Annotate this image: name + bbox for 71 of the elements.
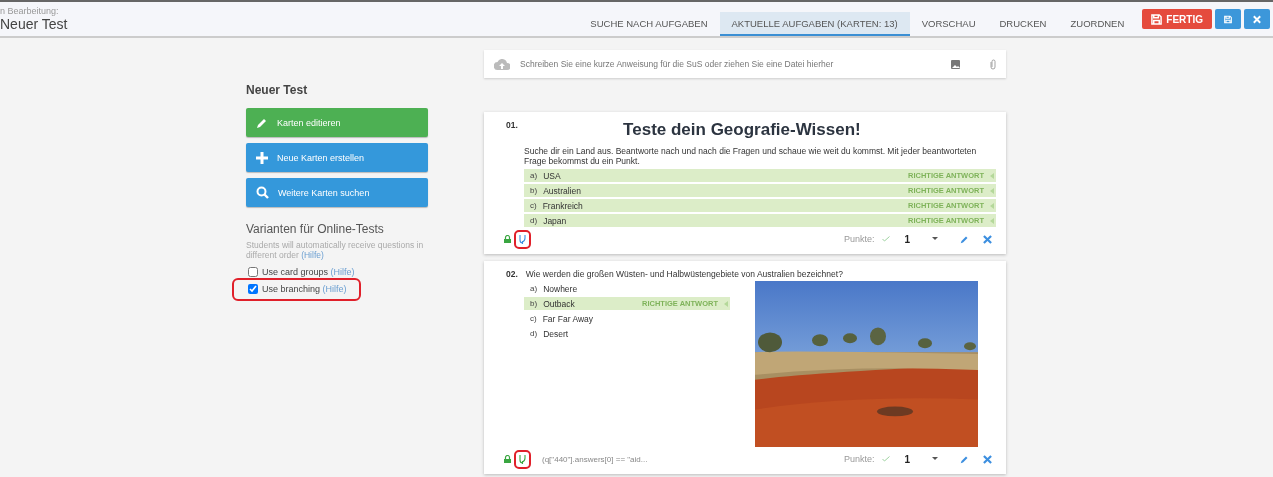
cloud-upload-icon: [494, 58, 510, 70]
section-title: Varianten für Online-Tests: [246, 222, 385, 236]
caret-icon: [990, 172, 994, 179]
branch-icon[interactable]: [519, 454, 526, 464]
option-checkbox[interactable]: [248, 284, 258, 294]
nav-tab[interactable]: AKTUELLE AUFGABEN (KARTEN: 13): [719, 12, 910, 36]
answer-letter: c): [530, 201, 537, 210]
paperclip-icon[interactable]: [990, 58, 996, 70]
answer-text: USA: [543, 170, 562, 181]
points-label: Punkte:: [843, 454, 875, 464]
instruction-input[interactable]: Schreiben Sie eine kurze Anweisung für die SuS oder ziehen Sie eine Datei hierher: [518, 58, 943, 70]
delete-icon: [983, 234, 992, 244]
answer-letter: a): [530, 284, 538, 293]
question-number: 02.: [506, 269, 518, 279]
answer-letter: d): [530, 216, 538, 225]
nav-tab[interactable]: VORSCHAU: [909, 12, 988, 36]
caret-icon: [990, 202, 994, 209]
caret-down-icon[interactable]: [932, 457, 938, 461]
card-title: Teste dein Geografie-Wissen!: [622, 120, 862, 140]
question-text: Suche dir ein Land aus. Beantworte nach und nach die Fragen und schaue wie weit du kommst. Mit jeder beantworteten Frage bekommst du ein Punkt.: [524, 146, 978, 166]
save-icon: [1224, 13, 1232, 25]
nav-tab[interactable]: ZUORDNEN: [1058, 12, 1137, 36]
instruction-field[interactable]: Schreiben Sie eine kurze Anweisung für die SuS oder ziehen Sie eine Datei hierher: [484, 50, 1006, 78]
nav-tab[interactable]: DRUCKEN: [987, 12, 1059, 36]
answer-letter: c): [530, 314, 537, 323]
pencil-icon[interactable]: [960, 454, 969, 464]
check-icon: [882, 236, 891, 242]
answer-text: Frankreich: [542, 200, 584, 211]
caret-icon: [990, 187, 994, 194]
answer-text: Nowhere: [543, 283, 579, 294]
finish-button[interactable]: FERTIG: [1142, 9, 1212, 29]
points-value[interactable]: 1: [904, 453, 910, 465]
test-title: Neuer Test: [0, 16, 69, 32]
answer-letter: d): [530, 329, 538, 338]
delete-icon: [983, 454, 992, 464]
caret-icon: [724, 300, 728, 307]
answer-text: Desert: [543, 328, 570, 339]
lock-icon: [504, 455, 511, 463]
save-icon: [1151, 13, 1163, 25]
answer-text: Japan: [543, 215, 568, 226]
branch-condition: (q["440"].answers[0] == "aid...: [542, 454, 648, 464]
pencil-icon: [256, 116, 268, 129]
caret-down-icon[interactable]: [932, 237, 938, 241]
sidebar-title: Neuer Test: [246, 83, 309, 97]
pencil-icon[interactable]: [960, 234, 969, 244]
question-text: Wie werden die großen Wüsten- und Halbwüstengebiete von Australien bezeichnet?: [525, 269, 843, 279]
answer-text: Outback: [543, 298, 576, 309]
points-label: Punkte:: [843, 234, 875, 244]
close-button[interactable]: [1244, 9, 1270, 29]
option-label: Use branching (Hilfe): [262, 284, 347, 294]
close-icon: [1253, 14, 1261, 24]
question-number: 01.: [506, 120, 518, 130]
plus-icon: [256, 151, 268, 164]
section-description: Students will automatically receive questions in different order (Hilfe): [246, 240, 425, 260]
answer-letter: b): [530, 186, 538, 195]
answer-letter: b): [530, 299, 538, 308]
nav-tab[interactable]: SUCHE NACH AUFGABEN: [578, 12, 720, 36]
answer-letter: a): [530, 171, 538, 180]
image-icon[interactable]: [951, 59, 960, 69]
caret-icon: [990, 217, 994, 224]
editing-caption: n Bearbeitung:: [0, 6, 60, 16]
option-checkbox[interactable]: [248, 267, 258, 277]
search-icon: [256, 186, 269, 199]
check-icon: [882, 456, 891, 462]
points-value[interactable]: 1: [904, 233, 910, 245]
save-button[interactable]: [1215, 9, 1241, 29]
answer-text: Australien: [543, 185, 582, 196]
option-label: Use card groups (Hilfe): [262, 267, 355, 277]
answer-text: Far Far Away: [542, 313, 595, 324]
branch-icon[interactable]: [519, 234, 526, 244]
lock-icon: [504, 235, 511, 243]
